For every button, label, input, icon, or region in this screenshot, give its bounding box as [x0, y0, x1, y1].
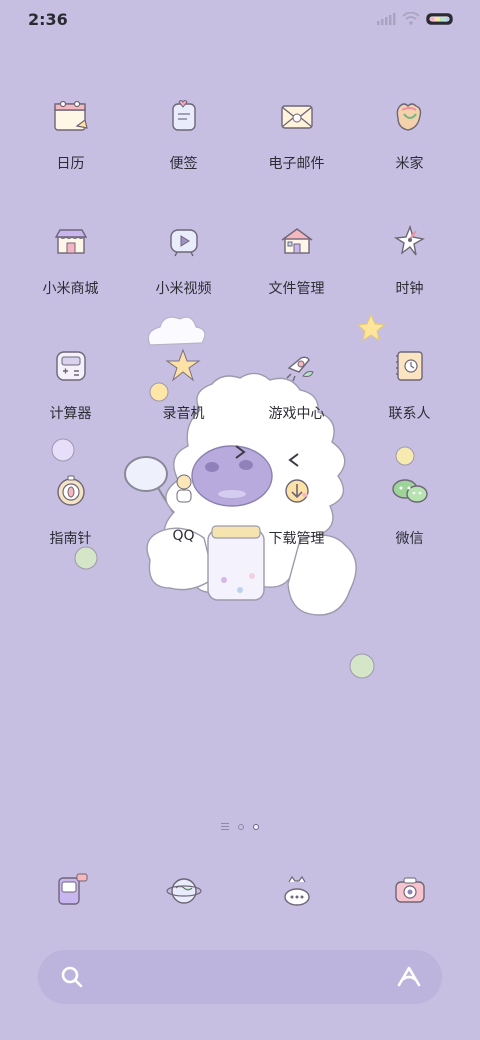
page-indicator-menu-icon — [221, 823, 229, 830]
app-label: 时钟 — [395, 281, 424, 297]
page-indicator[interactable] — [0, 823, 480, 830]
signal-icon — [377, 12, 396, 25]
notes-icon — [158, 90, 210, 142]
app-label: 微信 — [395, 531, 424, 547]
search-bar[interactable] — [38, 950, 442, 1004]
status-bar: 2:36 — [0, 0, 480, 40]
app-label: 录音机 — [162, 406, 205, 422]
app-video[interactable]: 小米视频 — [127, 215, 240, 340]
app-label: 便签 — [169, 156, 198, 172]
app-recorder[interactable]: 录音机 — [127, 340, 240, 465]
camera-icon — [384, 864, 436, 916]
app-grid: 日历 便签 电子邮件 米家 小米商城 小米视频 文件管理 时钟 计算器 录音机 … — [14, 90, 466, 590]
messages-icon — [271, 864, 323, 916]
email-icon — [271, 90, 323, 142]
app-store[interactable]: 小米商城 — [14, 215, 127, 340]
app-calendar[interactable]: 日历 — [14, 90, 127, 215]
dock-camera[interactable] — [353, 864, 466, 916]
app-label: 指南针 — [49, 531, 92, 547]
file-manager-icon — [271, 215, 323, 267]
app-label: 下载管理 — [268, 531, 325, 547]
qq-icon — [158, 465, 210, 517]
dock-phone[interactable] — [14, 864, 127, 916]
app-compass[interactable]: 指南针 — [14, 465, 127, 590]
app-label: 电子邮件 — [268, 156, 325, 172]
app-clock[interactable]: 时钟 — [353, 215, 466, 340]
dock — [14, 864, 466, 916]
browser-icon — [158, 864, 210, 916]
app-qq[interactable]: QQ — [127, 465, 240, 590]
wechat-icon — [384, 465, 436, 517]
app-label: 小米商城 — [42, 281, 99, 297]
status-icons — [376, 12, 454, 25]
page-dot — [238, 823, 244, 830]
assistant-icon[interactable] — [396, 965, 422, 989]
store-icon — [45, 215, 97, 267]
status-time: 2:36 — [28, 10, 68, 29]
download-icon — [271, 465, 323, 517]
app-notes[interactable]: 便签 — [127, 90, 240, 215]
calendar-icon — [45, 90, 97, 142]
app-file-manager[interactable]: 文件管理 — [240, 215, 353, 340]
compass-icon — [45, 465, 97, 517]
clock-icon — [384, 215, 436, 267]
app-label: 米家 — [395, 156, 424, 172]
dock-messages[interactable] — [240, 864, 353, 916]
mijia-icon — [384, 90, 436, 142]
contacts-icon — [384, 340, 436, 392]
game-center-icon — [271, 340, 323, 392]
phone-icon — [45, 864, 97, 916]
search-icon[interactable] — [60, 965, 84, 989]
app-label: 联系人 — [388, 406, 431, 422]
app-label: 游戏中心 — [268, 406, 325, 422]
app-label: 日历 — [56, 156, 85, 172]
app-mijia[interactable]: 米家 — [353, 90, 466, 215]
calculator-icon — [45, 340, 97, 392]
battery-icon — [426, 12, 453, 25]
app-contacts[interactable]: 联系人 — [353, 340, 466, 465]
recorder-icon — [158, 340, 210, 392]
video-icon — [158, 215, 210, 267]
app-label: 文件管理 — [268, 281, 325, 297]
app-label: 计算器 — [49, 406, 92, 422]
app-label: QQ — [172, 528, 195, 544]
wifi-icon — [402, 12, 420, 25]
app-email[interactable]: 电子邮件 — [240, 90, 353, 215]
app-label: 小米视频 — [155, 281, 212, 297]
app-wechat[interactable]: 微信 — [353, 465, 466, 590]
app-game-center[interactable]: 游戏中心 — [240, 340, 353, 465]
page-dot-active — [253, 823, 259, 830]
app-calculator[interactable]: 计算器 — [14, 340, 127, 465]
dock-browser[interactable] — [127, 864, 240, 916]
app-download[interactable]: 下载管理 — [240, 465, 353, 590]
